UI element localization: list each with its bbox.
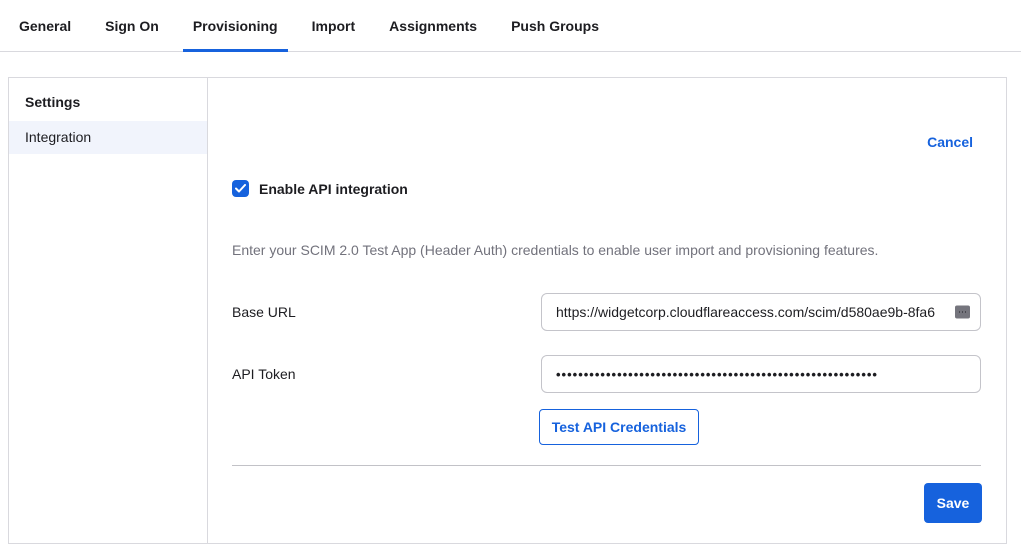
base-url-row: Base URL ⋯: [232, 293, 981, 331]
api-token-input[interactable]: [541, 355, 981, 393]
base-url-input[interactable]: [541, 293, 981, 331]
credentials-description: Enter your SCIM 2.0 Test App (Header Aut…: [232, 242, 878, 258]
tab-assignments[interactable]: Assignments: [379, 0, 487, 51]
provisioning-page: General Sign On Provisioning Import Assi…: [0, 0, 1021, 553]
tab-import[interactable]: Import: [302, 0, 366, 51]
enable-api-integration-label: Enable API integration: [259, 181, 408, 197]
base-url-label: Base URL: [232, 304, 541, 320]
tab-sign-on[interactable]: Sign On: [95, 0, 169, 51]
base-url-input-wrap: ⋯: [541, 293, 981, 331]
settings-sidebar: Settings Integration: [9, 78, 208, 543]
integration-form: Cancel Enable API integration Enter your…: [208, 78, 1006, 543]
tab-general[interactable]: General: [9, 0, 81, 51]
sidebar-item-integration[interactable]: Integration: [9, 121, 207, 154]
tab-push-groups[interactable]: Push Groups: [501, 0, 609, 51]
checkmark-icon: [235, 184, 246, 193]
cancel-link[interactable]: Cancel: [927, 134, 973, 150]
tab-provisioning[interactable]: Provisioning: [183, 0, 288, 51]
sidebar-heading: Settings: [9, 78, 207, 121]
api-token-label: API Token: [232, 366, 541, 382]
app-tab-bar: General Sign On Provisioning Import Assi…: [0, 0, 1021, 52]
test-api-credentials-button[interactable]: Test API Credentials: [539, 409, 699, 445]
save-button[interactable]: Save: [924, 483, 982, 523]
enable-api-integration-row: Enable API integration: [232, 180, 408, 197]
enable-api-integration-checkbox[interactable]: [232, 180, 249, 197]
provisioning-panel: Settings Integration Cancel Enable API i…: [8, 77, 1007, 544]
api-token-input-wrap: [541, 355, 981, 393]
api-token-row: API Token: [232, 355, 981, 393]
form-footer-divider: [232, 465, 981, 466]
